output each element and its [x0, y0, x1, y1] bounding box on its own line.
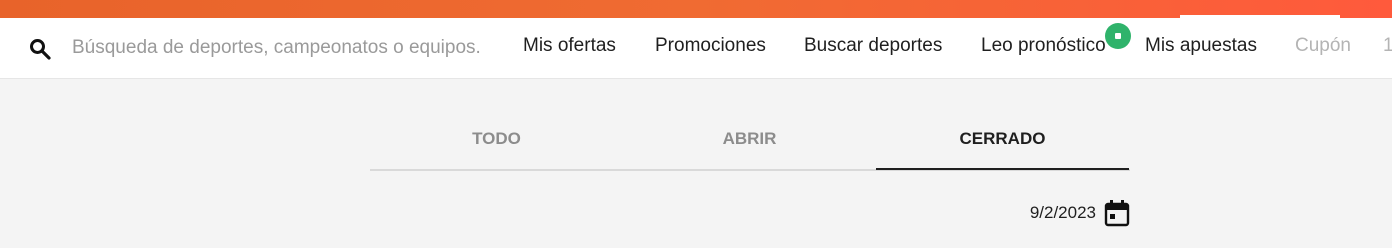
- nav-item-coupon-count[interactable]: 1: [1383, 35, 1392, 57]
- nav-item-mis-ofertas[interactable]: Mis ofertas: [523, 35, 616, 57]
- notification-badge: [1105, 23, 1131, 49]
- calendar-icon[interactable]: [1104, 199, 1130, 227]
- top-navbar: Mis ofertas Promociones Buscar deportes …: [0, 18, 1392, 79]
- bet-status-tabs: TODO ABRIR CERRADO: [370, 119, 1130, 171]
- search-input[interactable]: [72, 33, 508, 63]
- nav-item-promociones[interactable]: Promociones: [655, 35, 766, 57]
- nav-item-buscar-deportes[interactable]: Buscar deportes: [804, 35, 942, 57]
- tab-cerrado[interactable]: CERRADO: [876, 119, 1129, 170]
- nav-item-mis-apuestas[interactable]: Mis apuestas: [1145, 35, 1257, 57]
- search-icon[interactable]: [28, 37, 52, 61]
- nav-item-cupon[interactable]: Cupón: [1295, 35, 1351, 57]
- nav-item-leo-pronostico[interactable]: Leo pronóstico: [981, 35, 1106, 57]
- date-filter[interactable]: 9/2/2023: [1030, 199, 1130, 227]
- top-brand-stripe: [0, 0, 1392, 18]
- tab-todo[interactable]: TODO: [370, 119, 623, 169]
- date-value: 9/2/2023: [1029, 203, 1096, 222]
- tab-abrir[interactable]: ABRIR: [623, 119, 876, 169]
